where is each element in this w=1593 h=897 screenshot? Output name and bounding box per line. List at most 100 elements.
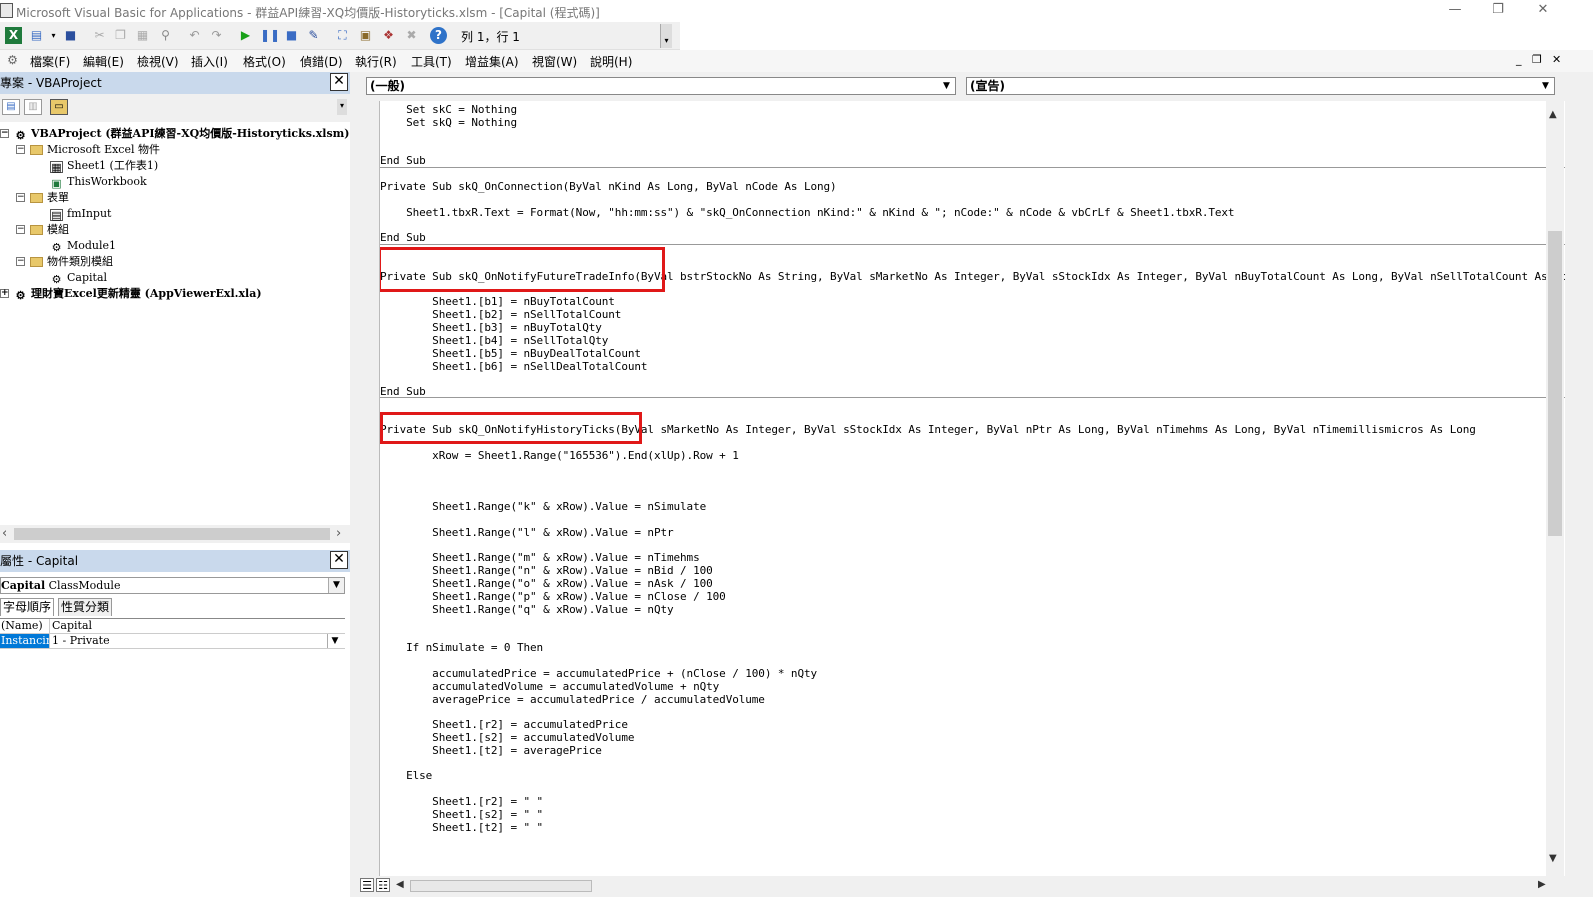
toolbar-overflow-icon[interactable]: ▾ <box>660 24 672 48</box>
tree-node-sheet1[interactable]: ▦ Sheet1 (工作表1) <box>50 158 158 174</box>
properties-window-icon[interactable]: ▣ <box>357 27 374 44</box>
tree-node-fminput[interactable]: ▤ fmInput <box>50 206 111 222</box>
project-horizontal-scrollbar[interactable]: ‹ › <box>0 525 350 543</box>
code-line: Private Sub skQ_OnConnection(ByVal nKind… <box>380 180 837 193</box>
view-code-icon[interactable]: ▤ <box>2 99 20 115</box>
tree-node-excel-objects[interactable]: − Microsoft Excel 物件 <box>16 142 160 158</box>
collapse-icon[interactable]: − <box>0 129 9 138</box>
vba-project-icon: ⚙ <box>15 129 26 142</box>
property-value[interactable]: Capital <box>52 619 342 633</box>
menu-debug[interactable]: 偵錯(D) <box>300 53 343 70</box>
tree-node-forms[interactable]: − 表單 <box>16 190 69 206</box>
code-editor[interactable]: Set skC = Nothing Set skQ = Nothing End … <box>380 101 1565 876</box>
minimize-window-button[interactable]: — <box>1432 0 1478 22</box>
chevron-down-icon[interactable]: ▼ <box>1537 78 1554 94</box>
design-mode-icon[interactable]: ✎ <box>305 27 322 44</box>
undo-icon[interactable]: ↶ <box>186 27 203 44</box>
mdi-restore-button[interactable]: ❐ <box>1532 53 1542 67</box>
restore-window-button[interactable]: ❐ <box>1475 0 1521 22</box>
project-explorer-icon[interactable]: ⛶ <box>334 27 351 44</box>
procedure-combo-value: (宣告) <box>970 79 1005 93</box>
insert-dropdown-icon[interactable]: ▾ <box>45 27 62 44</box>
cut-icon[interactable]: ✂ <box>91 27 108 44</box>
tree-node-modules[interactable]: − 模組 <box>16 222 69 238</box>
save-icon[interactable]: ■ <box>62 27 79 44</box>
properties-close-button[interactable]: ✕ <box>330 551 348 569</box>
procedure-view-icon[interactable]: ☰ <box>360 878 374 892</box>
procedure-separator <box>380 167 1565 168</box>
tab-categorized[interactable]: 性質分類 <box>58 598 113 616</box>
object-combo[interactable]: (一般) ▼ <box>366 77 956 95</box>
collapse-icon[interactable]: − <box>16 225 25 234</box>
view-object-icon[interactable]: ▥ <box>24 99 42 115</box>
property-row[interactable]: (Name) Capital <box>0 619 345 634</box>
tree-node-vbaproject[interactable]: − ⚙ VBAProject (群益API練習-XQ均價版-Historytick… <box>0 126 350 142</box>
menu-window[interactable]: 視窗(W) <box>532 53 577 70</box>
toggle-folders-icon[interactable]: ▭ <box>50 99 68 115</box>
code-line: Else <box>380 769 433 782</box>
scroll-thumb[interactable] <box>410 880 592 892</box>
tree-node-class-modules[interactable]: − 物件類別模組 <box>16 254 113 270</box>
tree-node-capital[interactable]: ⚙ Capital <box>50 270 107 286</box>
view-excel-icon[interactable]: X <box>5 27 22 44</box>
menu-edit[interactable]: 編輯(E) <box>83 53 124 70</box>
property-row[interactable]: Instancing 1 - Private ▼ <box>0 634 345 649</box>
tree-node-module1[interactable]: ⚙ Module1 <box>50 238 116 254</box>
scroll-right-icon[interactable]: ▶ <box>1538 879 1546 890</box>
chevron-down-icon[interactable]: ▼ <box>938 78 955 94</box>
toolbox-icon[interactable]: ✖ <box>403 27 420 44</box>
project-toolbar-overflow-icon[interactable]: ▾ <box>337 99 347 115</box>
scroll-left-icon[interactable]: ‹ <box>2 526 7 541</box>
scroll-left-icon[interactable]: ◀ <box>396 879 404 890</box>
procedure-separator <box>380 244 1565 245</box>
menu-help[interactable]: 說明(H) <box>590 53 632 70</box>
scroll-thumb[interactable] <box>14 528 330 540</box>
menu-format[interactable]: 格式(O) <box>243 53 286 70</box>
collapse-icon[interactable]: − <box>16 193 25 202</box>
collapse-icon[interactable]: − <box>16 145 25 154</box>
code-window-icon[interactable]: ⚙ <box>4 52 21 69</box>
procedure-combo[interactable]: (宣告) ▼ <box>966 77 1555 95</box>
reset-icon[interactable]: ■ <box>283 27 300 44</box>
tree-node-thisworkbook[interactable]: ▣ ThisWorkbook <box>50 174 146 190</box>
code-horizontal-scrollbar[interactable]: ☰ ☷ ◀ ▶ <box>358 877 1568 895</box>
code-line: Sheet1.[b3] = nBuyTotalQty <box>380 321 602 334</box>
menu-insert[interactable]: 插入(I) <box>191 53 228 70</box>
mdi-minimize-button[interactable]: _ <box>1516 53 1522 67</box>
code-line: If nSimulate = 0 Then <box>380 641 544 654</box>
menu-view[interactable]: 檢視(V) <box>137 53 179 70</box>
folder-icon <box>30 193 43 203</box>
expand-icon[interactable]: + <box>0 289 9 298</box>
margin-indicator-bar[interactable] <box>358 101 380 876</box>
close-window-button[interactable]: ✕ <box>1520 0 1566 22</box>
scroll-up-icon[interactable]: ▲ <box>1549 109 1557 120</box>
menu-addins[interactable]: 增益集(A) <box>465 53 519 70</box>
menu-tools[interactable]: 工具(T) <box>411 53 452 70</box>
pane-splitter[interactable] <box>350 72 358 897</box>
redo-icon[interactable]: ↷ <box>208 27 225 44</box>
object-selector[interactable]: Capital ClassModule ▼ <box>0 577 345 594</box>
scroll-right-icon[interactable]: › <box>336 526 341 541</box>
tab-alphabetic[interactable]: 字母順序 <box>0 598 55 616</box>
break-icon[interactable]: ❚❚ <box>260 27 280 44</box>
code-vertical-scrollbar[interactable]: ▲ ▼ <box>1546 101 1564 876</box>
scroll-down-icon[interactable]: ▼ <box>1549 853 1557 864</box>
chevron-down-icon[interactable]: ▼ <box>327 634 342 648</box>
tree-node-appviewer[interactable]: + ⚙ 理財寶Excel更新精靈 (AppViewerExl.xla) <box>0 286 262 302</box>
full-module-view-icon[interactable]: ☷ <box>376 878 390 892</box>
project-explorer-close-button[interactable]: ✕ <box>330 73 348 91</box>
run-icon[interactable]: ▶ <box>237 27 254 44</box>
chevron-down-icon[interactable]: ▼ <box>328 578 344 593</box>
paste-icon[interactable]: ▦ <box>134 27 151 44</box>
insert-userform-icon[interactable]: ▤ <box>28 27 45 44</box>
find-icon[interactable]: ⚲ <box>157 27 174 44</box>
menu-file[interactable]: 檔案(F) <box>30 53 70 70</box>
menu-run[interactable]: 執行(R) <box>355 53 397 70</box>
object-browser-icon[interactable]: ❖ <box>380 27 397 44</box>
mdi-close-button[interactable]: ✕ <box>1552 53 1561 67</box>
collapse-icon[interactable]: − <box>16 257 25 266</box>
scroll-thumb[interactable] <box>1548 231 1562 536</box>
copy-icon[interactable]: ❐ <box>112 27 129 44</box>
property-value[interactable]: 1 - Private <box>52 634 342 648</box>
help-icon[interactable]: ? <box>430 27 447 44</box>
